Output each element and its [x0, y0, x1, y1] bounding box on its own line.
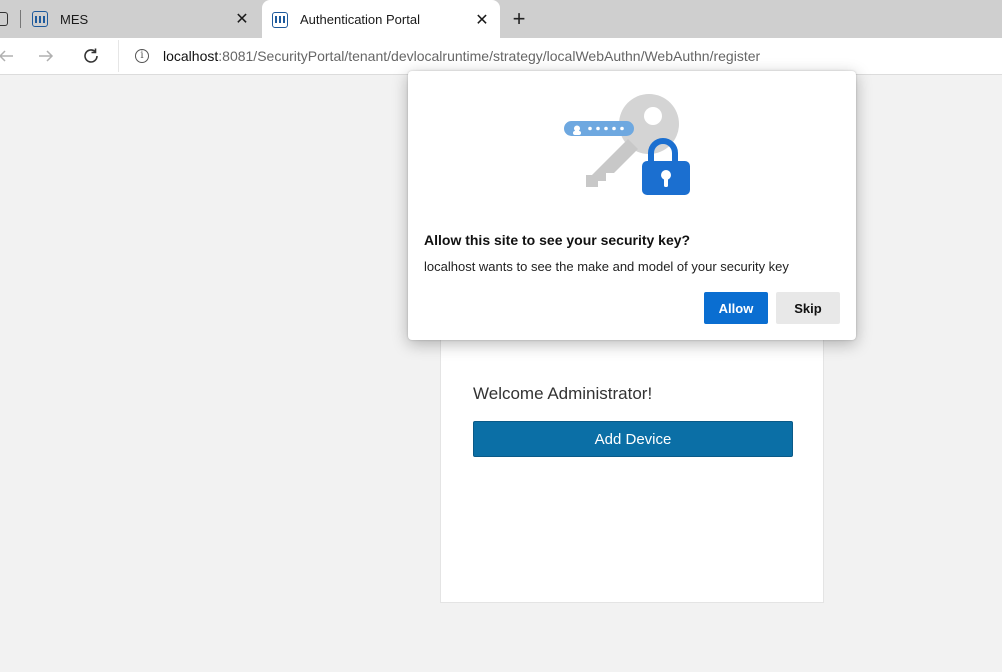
close-icon[interactable]: ✕	[472, 10, 492, 30]
refresh-button[interactable]	[79, 44, 103, 68]
tab-title: Authentication Portal	[300, 12, 420, 27]
add-device-button[interactable]: Add Device	[473, 421, 793, 457]
url-path: :8081/SecurityPortal/tenant/devlocalrunt…	[218, 48, 761, 64]
site-info-icon[interactable]: i	[135, 49, 149, 63]
allow-button[interactable]: Allow	[704, 292, 768, 324]
back-arrow-icon	[0, 50, 13, 62]
tab-authentication-portal[interactable]: Authentication Portal ✕	[262, 0, 500, 39]
security-key-permission-dialog: Allow this site to see your security key…	[408, 71, 856, 340]
skip-button[interactable]: Skip	[776, 292, 840, 324]
address-bar[interactable]: i localhost:8081/SecurityPortal/tenant/d…	[118, 40, 1002, 72]
welcome-text: Welcome Administrator!	[473, 384, 653, 403]
url-text: localhost:8081/SecurityPortal/tenant/dev…	[163, 48, 760, 64]
security-key-lock-illustration	[564, 94, 690, 195]
dialog-message: localhost wants to see the make and mode…	[424, 259, 789, 274]
tab-title: MES	[60, 11, 89, 27]
tab-strip: MES ✕ Authentication Portal ✕ +	[0, 0, 1002, 39]
url-host: localhost	[163, 48, 219, 64]
tab-separator	[20, 10, 21, 28]
app-grid-icon	[272, 11, 288, 28]
new-tab-button[interactable]: +	[508, 7, 530, 31]
dialog-title: Allow this site to see your security key…	[424, 232, 691, 248]
back-button[interactable]	[0, 44, 18, 68]
forward-arrow-icon	[39, 50, 54, 62]
close-icon[interactable]: ✕	[232, 9, 252, 29]
app-grid-icon	[32, 11, 48, 27]
registration-card: Welcome Administrator! Add Device	[440, 330, 824, 603]
browser-toolbar: i localhost:8081/SecurityPortal/tenant/d…	[0, 38, 1002, 75]
refresh-icon	[84, 48, 98, 63]
tab-actions-icon[interactable]	[0, 12, 8, 26]
tab-mes[interactable]: MES ✕	[22, 0, 260, 38]
forward-button[interactable]	[34, 44, 58, 68]
